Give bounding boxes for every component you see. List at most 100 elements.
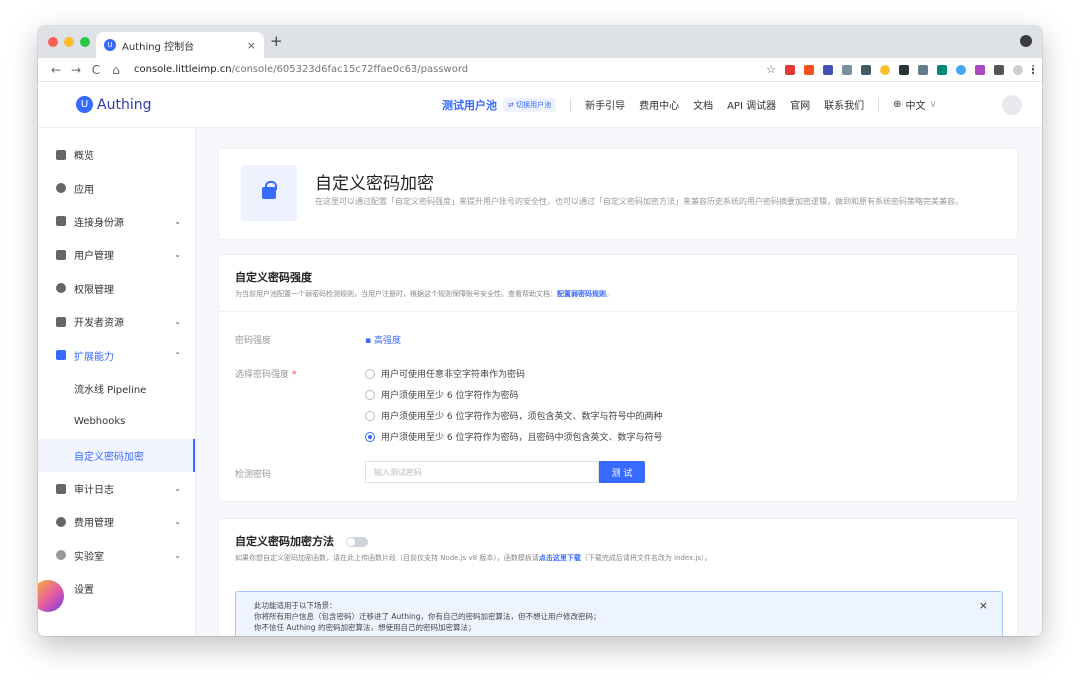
globe-icon: ⊕ — [893, 99, 902, 110]
sidebar: 概览 应用 连接身份源 ⌄ 用户管理 ⌄ 权限管理 开发者资源 ⌄ 扩展能力 ⌃… — [38, 128, 196, 636]
extension-11-icon[interactable] — [975, 64, 985, 75]
strength-option-1[interactable]: 用户可使用任意非空字符串作为密码 — [365, 367, 525, 380]
sidebar-item-pipeline[interactable]: 流水线 Pipeline — [38, 372, 195, 405]
encryption-method-card: 自定义密码加密方法 如果你想自定义密码加密函数，请在此上传函数片段（目前仅支持 … — [218, 518, 1018, 636]
info-notice: 此功能适用于以下场景： 你将所有用户信息（包含密码）迁移进了 Authing，你… — [235, 591, 1003, 636]
notice-line: 你将所有用户信息（包含密码）迁移进了 Authing，你有自己的密码加密算法，但… — [254, 612, 601, 621]
extension-10-icon[interactable] — [956, 64, 966, 75]
home-button[interactable]: ⌂ — [106, 63, 126, 77]
radio-circle[interactable] — [365, 410, 375, 421]
password-strength-card: 自定义密码强度 为当前用户池配置一个弱密码检测规则，当用户注册时，根据这个规则保… — [218, 254, 1018, 502]
sidebar-item-permissions[interactable]: 权限管理 — [38, 272, 195, 305]
browser-tab[interactable]: U Authing 控制台 × — [96, 32, 264, 58]
radio-circle-selected[interactable] — [365, 431, 375, 442]
chevron-down-icon: ⌄ — [174, 484, 181, 494]
radio-label: 用户须使用至少 6 位字符作为密码，须包含英文、数字与符号中的两种 — [381, 412, 663, 422]
sidebar-item-webhooks[interactable]: Webhooks — [38, 405, 195, 438]
strength-option-2[interactable]: 用户须使用至少 6 位字符作为密码 — [365, 388, 518, 401]
chevron-down-icon: ⌄ — [174, 250, 181, 260]
nav-link-contact[interactable]: 联系我们 — [824, 97, 864, 112]
user-avatar[interactable] — [1002, 94, 1022, 115]
sidebar-item-overview[interactable]: 概览 — [38, 138, 195, 171]
lab-icon — [56, 550, 66, 561]
new-tab-button[interactable]: + — [270, 32, 283, 50]
sidebar-item-developer[interactable]: 开发者资源 ⌄ — [38, 305, 195, 338]
sidebar-item-users[interactable]: 用户管理 ⌄ — [38, 238, 195, 271]
close-window-button[interactable] — [48, 37, 58, 47]
window-controls — [48, 37, 90, 47]
sidebar-item-billing[interactable]: 费用管理 ⌄ — [38, 505, 195, 538]
nav-link-guide[interactable]: 新手引导 — [585, 97, 625, 112]
sidebar-item-extensions[interactable]: 扩展能力 ⌃ — [38, 338, 195, 371]
browser-menu-icon[interactable] — [1020, 35, 1032, 47]
strength-value: ▪ 高强度 — [365, 336, 401, 346]
close-icon[interactable]: × — [979, 600, 988, 611]
sidebar-item-label: 应用 — [74, 184, 94, 196]
radio-circle[interactable] — [365, 368, 375, 379]
browser-window: U Authing 控制台 × + ← → C ⌂ console.little… — [38, 26, 1042, 636]
user-pool-name[interactable]: 测试用户池 — [442, 97, 497, 113]
header-nav: 测试用户池 ⇄ 切换用户池 新手引导 费用中心 文档 API 调试器 官网 联系… — [442, 97, 937, 113]
dashboard-icon — [56, 149, 66, 160]
tab-close-icon[interactable]: × — [247, 39, 256, 52]
section-description-text: 如果你想自定义密码加密函数，请在此上传函数片段（目前仅支持 Node.js v8… — [235, 554, 539, 562]
section-description: 为当前用户池配置一个弱密码检测规则，当用户注册时，根据这个规则保障账号安全性。查… — [235, 289, 613, 299]
extension-4-icon[interactable] — [842, 64, 852, 75]
extension-5-icon[interactable] — [861, 64, 871, 75]
extension-2-icon[interactable] — [804, 64, 814, 75]
test-password-input[interactable]: 输入测试密码 — [365, 461, 599, 483]
sidebar-item-identity-sources[interactable]: 连接身份源 ⌄ — [38, 205, 195, 238]
section-description: 如果你想自定义密码加密函数，请在此上传函数片段（目前仅支持 Node.js v8… — [235, 553, 712, 563]
download-template-link[interactable]: 点击这里下载 — [539, 554, 581, 562]
nav-link-billing[interactable]: 费用中心 — [639, 97, 679, 112]
strength-option-3[interactable]: 用户须使用至少 6 位字符作为密码，须包含英文、数字与符号中的两种 — [365, 409, 662, 422]
page-header-card: 自定义密码加密 在这里可以通过配置「自定义密码强度」来提升用户账号的安全性，也可… — [218, 148, 1018, 240]
bookmark-star-icon[interactable]: ☆ — [766, 63, 776, 76]
sidebar-item-audit-log[interactable]: 审计日志 ⌄ — [38, 472, 195, 505]
sidebar-item-label: Webhooks — [74, 416, 126, 428]
sidebar-item-label: 扩展能力 — [74, 351, 114, 363]
extension-8-icon[interactable] — [918, 64, 928, 75]
sidebar-item-label: 连接身份源 — [74, 217, 124, 229]
forward-button[interactable]: → — [66, 63, 86, 77]
minimize-window-button[interactable] — [64, 37, 74, 47]
sidebar-item-label: 设置 — [74, 585, 94, 597]
extension-3-icon[interactable] — [823, 64, 833, 75]
url-field[interactable]: console.littleimp.cn/console/605323d6fac… — [134, 64, 468, 75]
floating-assistant-icon[interactable] — [38, 580, 64, 612]
identity-source-icon — [56, 216, 66, 227]
extension-7-icon[interactable] — [899, 64, 909, 75]
weak-password-rules-link[interactable]: 配置弱密码规则 — [557, 290, 606, 298]
language-selector[interactable]: 中文 — [905, 97, 925, 112]
extensions-area: ☆ — [766, 63, 1034, 76]
radio-circle[interactable] — [365, 389, 375, 400]
reload-button[interactable]: C — [86, 63, 106, 77]
strength-option-4[interactable]: 用户须使用至少 6 位字符作为密码，且密码中须包含英文、数字与符号 — [365, 430, 662, 443]
switch-user-pool-button[interactable]: ⇄ 切换用户池 — [503, 97, 557, 112]
extensions-puzzle-icon[interactable] — [994, 64, 1004, 75]
extension-1-icon[interactable] — [785, 64, 795, 75]
notice-line: 你不信任 Authing 的密码加密算法，想使用自己的密码加密算法； — [254, 623, 476, 632]
nav-link-docs[interactable]: 文档 — [693, 97, 713, 112]
sidebar-item-label: 实验室 — [74, 551, 104, 563]
profile-avatar-icon[interactable] — [1013, 64, 1023, 75]
test-button[interactable]: 测 试 — [599, 461, 645, 483]
extension-6-icon[interactable] — [880, 64, 890, 75]
language-caret-icon: ∨ — [929, 99, 937, 110]
nav-link-website[interactable]: 官网 — [790, 97, 810, 112]
sidebar-item-custom-password[interactable]: 自定义密码加密 — [38, 438, 195, 472]
extension-icon — [56, 350, 66, 361]
browser-more-icon[interactable] — [1032, 64, 1034, 75]
url-path: /console/605323d6fac15c72ffae0c63/passwo… — [231, 64, 469, 75]
header-divider — [570, 97, 572, 112]
authing-logo[interactable]: U Authing — [76, 96, 151, 113]
back-button[interactable]: ← — [46, 63, 66, 77]
extension-9-icon[interactable] — [937, 64, 947, 75]
encryption-toggle[interactable] — [345, 537, 368, 547]
sidebar-item-apps[interactable]: 应用 — [38, 171, 195, 204]
maximize-window-button[interactable] — [80, 37, 90, 47]
section-description-text: 为当前用户池配置一个弱密码检测规则，当用户注册时，根据这个规则保障账号安全性。查… — [235, 290, 557, 298]
nav-link-api-debugger[interactable]: API 调试器 — [727, 97, 776, 112]
sidebar-item-lab[interactable]: 实验室 ⌄ — [38, 539, 195, 572]
main-content: 自定义密码加密 在这里可以通过配置「自定义密码强度」来提升用户账号的安全性，也可… — [196, 128, 1042, 636]
